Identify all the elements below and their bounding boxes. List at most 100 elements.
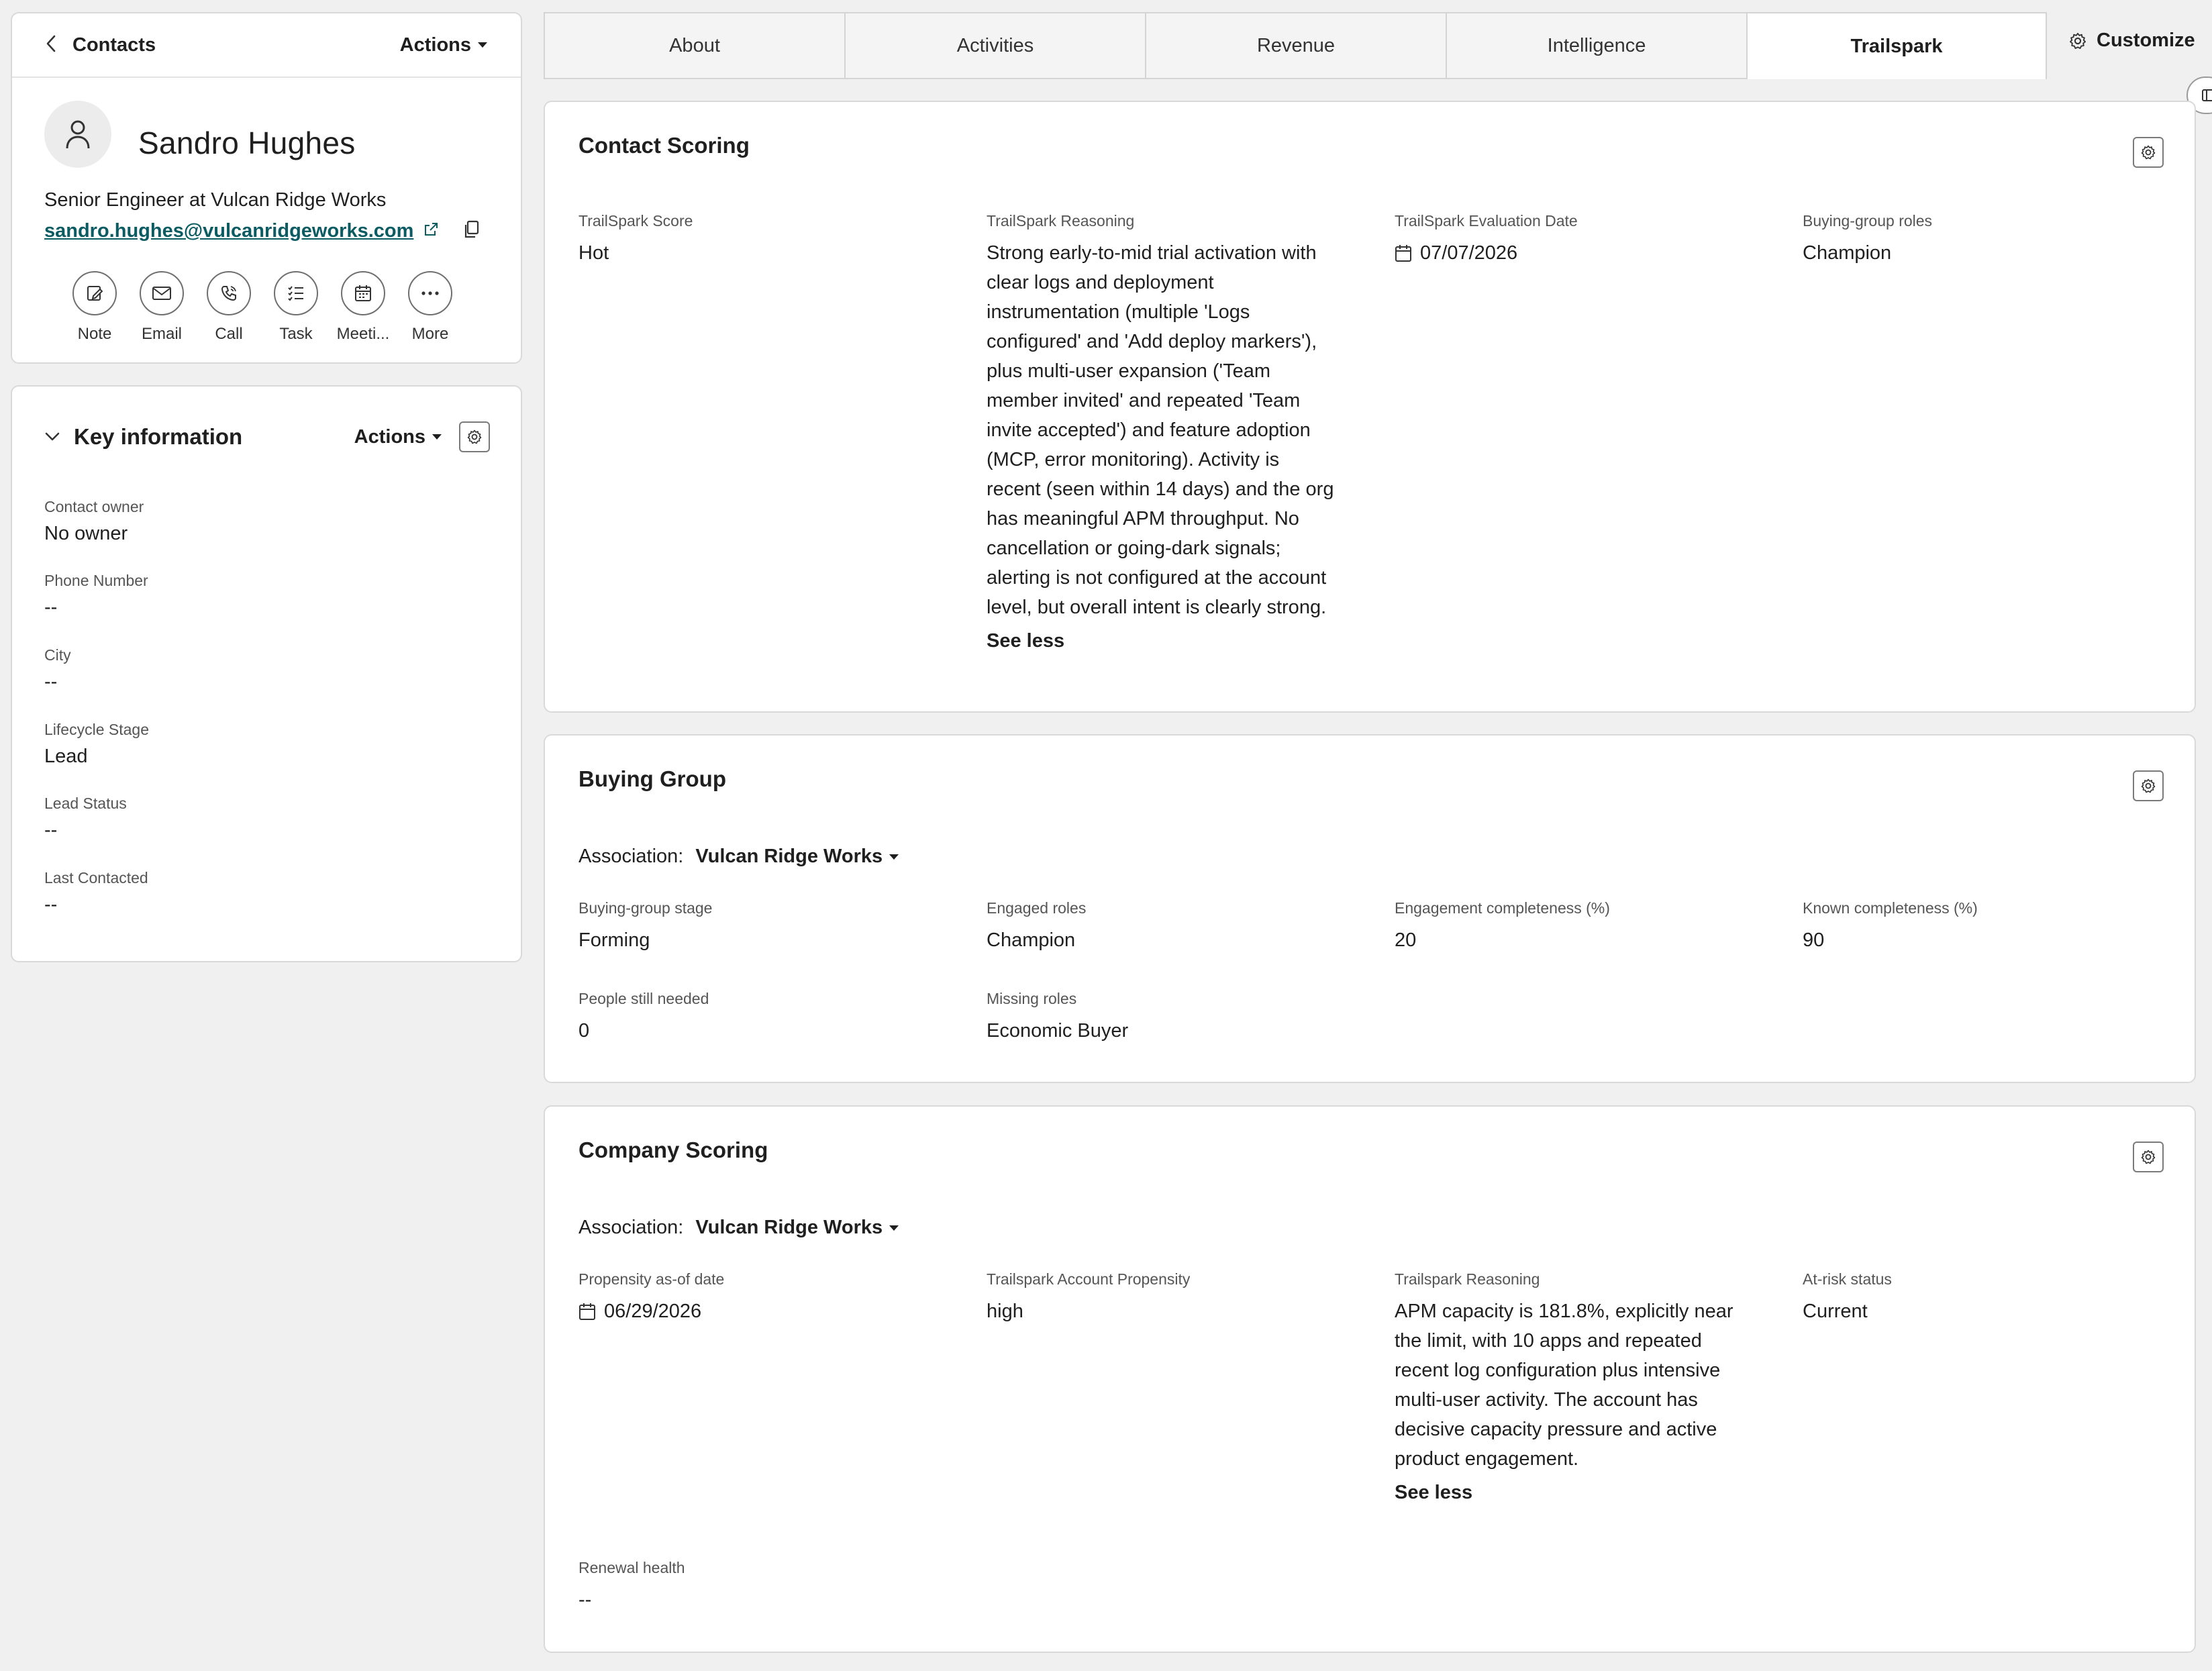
field-label: Buying-group roles <box>1803 212 1933 230</box>
note-action[interactable]: Note <box>72 271 117 344</box>
known-completeness-field: Known completeness (%) 90 <box>1803 899 1978 955</box>
field-value[interactable]: Current <box>1803 1297 1892 1326</box>
association-value: Vulcan Ridge Works <box>695 1217 883 1238</box>
key-info-actions-dropdown[interactable]: Actions <box>354 426 442 448</box>
email-action[interactable]: Email <box>140 271 184 344</box>
reasoning-line: product engagement. <box>1395 1448 1579 1470</box>
more-label: More <box>411 325 449 343</box>
reasoning-line: (MCP, error monitoring). Activity is <box>987 449 1280 470</box>
call-icon <box>207 271 251 315</box>
see-less-link[interactable]: See less <box>1395 1482 1770 1504</box>
field-value[interactable]: Hot <box>579 238 693 268</box>
association-dropdown[interactable]: Vulcan Ridge Works <box>695 846 899 868</box>
caret-down-icon <box>432 434 442 440</box>
contact-scoring-title: Contact Scoring <box>579 133 750 158</box>
note-icon <box>72 271 117 315</box>
reasoning-line: cancellation or going-dark signals; <box>987 538 1281 559</box>
more-action[interactable]: More <box>408 271 452 344</box>
at-risk-status-field: At-risk status Current <box>1803 1270 1892 1326</box>
field-label: Engagement completeness (%) <box>1395 899 1610 917</box>
key-information-controls: Actions <box>354 421 490 452</box>
field-label: Lead Status <box>44 795 127 812</box>
header-actions-dropdown[interactable]: Actions <box>400 34 487 56</box>
field-phone-number: Phone Number -- <box>44 572 148 619</box>
tab-trailspark[interactable]: Trailspark <box>1746 12 2047 79</box>
field-value[interactable]: 90 <box>1803 925 1978 955</box>
company-scoring-card: Company Scoring Association: Vulcan Ridg… <box>544 1105 2196 1653</box>
engaged-roles-field: Engaged roles Champion <box>987 899 1086 955</box>
buying-group-settings-button[interactable] <box>2133 770 2164 801</box>
field-value[interactable]: Forming <box>579 925 712 955</box>
contact-scoring-settings-button[interactable] <box>2133 137 2164 168</box>
tab-activities[interactable]: Activities <box>844 12 1145 79</box>
customize-button[interactable]: Customize <box>2068 30 2195 52</box>
contact-topbar: Contacts Actions <box>12 13 521 78</box>
tab-intelligence[interactable]: Intelligence <box>1446 12 1746 79</box>
person-icon <box>66 120 90 149</box>
propensity-date-field: Propensity as-of date 06/29/2026 <box>579 1270 724 1326</box>
field-city: City -- <box>44 646 71 693</box>
calendar-icon <box>1395 245 1411 262</box>
field-label: Engaged roles <box>987 899 1087 917</box>
back-to-contacts-link[interactable]: Contacts <box>46 33 156 58</box>
meeting-action[interactable]: Meeti... <box>337 271 389 344</box>
contact-email-link[interactable]: sandro.hughes@vulcanridgeworks.com <box>44 220 413 242</box>
field-value[interactable]: -- <box>44 819 127 842</box>
field-value[interactable]: 06/29/2026 <box>579 1297 724 1326</box>
contact-job-title: Senior Engineer at Vulcan Ridge Works <box>44 189 387 211</box>
customize-label: Customize <box>2097 30 2195 51</box>
email-row: sandro.hughes@vulcanridgeworks.com <box>44 220 481 242</box>
company-scoring-title: Company Scoring <box>579 1137 768 1162</box>
field-lifecycle-stage: Lifecycle Stage Lead <box>44 721 149 768</box>
field-value[interactable]: -- <box>44 671 71 693</box>
field-lead-status: Lead Status -- <box>44 795 127 842</box>
contact-header-card: Contacts Actions Sandro Hughes Senior En… <box>11 12 522 364</box>
reasoning-line: multi-user activity. The account has <box>1395 1389 1698 1411</box>
reasoning-line: invite accepted') and feature adoption <box>987 419 1311 441</box>
see-less-link[interactable]: See less <box>987 630 1362 652</box>
company-scoring-settings-button[interactable] <box>2133 1142 2164 1172</box>
field-value[interactable]: Economic Buyer <box>987 1016 1128 1046</box>
buying-group-card: Buying Group Association: Vulcan Ridge W… <box>544 734 2196 1083</box>
field-value[interactable]: 0 <box>579 1016 709 1046</box>
field-value[interactable]: No owner <box>44 523 144 545</box>
engagement-completeness-field: Engagement completeness (%) 20 <box>1395 899 1610 955</box>
field-value[interactable]: -- <box>44 894 148 916</box>
field-value[interactable]: -- <box>579 1585 685 1615</box>
key-info-settings-button[interactable] <box>459 421 490 452</box>
key-information-toggle[interactable]: Key information <box>44 424 242 450</box>
task-action[interactable]: Task <box>274 271 318 344</box>
field-value[interactable]: Champion <box>1803 238 1932 268</box>
field-value[interactable]: high <box>987 1297 1190 1326</box>
field-label: Lifecycle Stage <box>44 721 149 738</box>
field-value[interactable]: 07/07/2026 <box>1395 238 1578 268</box>
field-value[interactable]: -- <box>44 597 148 619</box>
reasoning-line: decisive capacity pressure and active <box>1395 1419 1717 1440</box>
reasoning-line: has meaningful APM throughput. No <box>987 508 1299 529</box>
chevron-left-icon <box>46 33 56 58</box>
buying-group-stage-field: Buying-group stage Forming <box>579 899 712 955</box>
field-value[interactable]: Lead <box>44 746 149 768</box>
copy-icon[interactable] <box>463 220 481 242</box>
field-value[interactable]: Champion <box>987 925 1086 955</box>
record-tabs: About Activities Revenue Intelligence Tr… <box>544 12 2047 79</box>
evaluation-date-value: 07/07/2026 <box>1420 242 1518 264</box>
field-value[interactable]: 20 <box>1395 925 1610 955</box>
avatar <box>44 101 111 168</box>
reasoning-line: configured' and 'Add deploy markers'), <box>987 331 1317 352</box>
reasoning-line: Strong early-to-mid trial activation wit… <box>987 242 1317 264</box>
call-action[interactable]: Call <box>207 271 251 344</box>
key-information-header: Key information Actions <box>44 421 490 452</box>
external-link-icon[interactable] <box>423 221 439 241</box>
meeting-label: Meeti... <box>336 325 390 343</box>
reasoning-text: APM capacity is 181.8%, explicitly near … <box>1395 1297 1770 1474</box>
tab-revenue[interactable]: Revenue <box>1145 12 1446 79</box>
gear-icon <box>2141 1150 2156 1164</box>
buying-group-title: Buying Group <box>579 766 726 791</box>
association-dropdown[interactable]: Vulcan Ridge Works <box>695 1217 899 1239</box>
field-label: Renewal health <box>579 1559 685 1576</box>
caret-down-icon <box>889 854 899 860</box>
field-label: Last Contacted <box>44 869 148 887</box>
gear-icon <box>2069 32 2087 49</box>
tab-about[interactable]: About <box>544 12 844 79</box>
